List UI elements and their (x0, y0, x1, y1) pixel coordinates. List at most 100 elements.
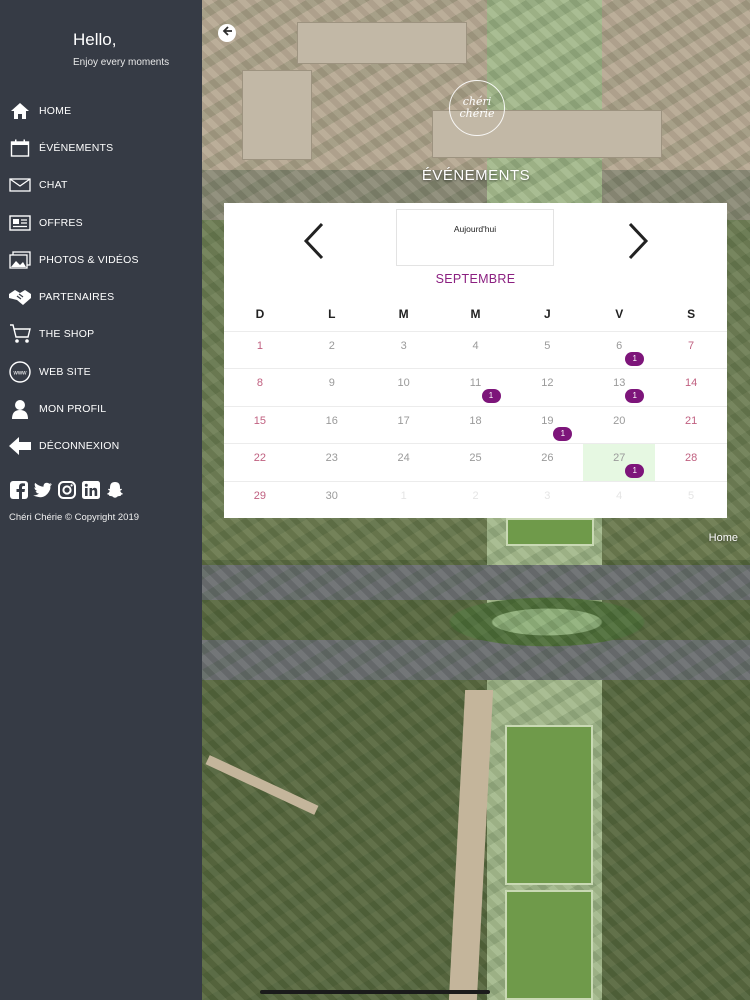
sidebar-item-label: OFFRES (39, 216, 83, 229)
sidebar-item-deconnexion[interactable]: DÉCONNEXION (0, 428, 202, 465)
calendar-day[interactable]: 27 1 (583, 444, 656, 481)
day-number: 30 (325, 489, 338, 502)
sidebar-item-chat[interactable]: CHAT (0, 167, 202, 204)
handshake-icon (8, 286, 32, 308)
sidebar: Hello, Enjoy every moments HOME ÉVÉNEMEN… (0, 0, 202, 1000)
calendar-day[interactable]: 4 (440, 332, 512, 368)
calendar-day[interactable]: 21 (655, 407, 727, 443)
day-number: 22 (253, 452, 267, 465)
next-month-button[interactable] (624, 222, 652, 265)
background-building (242, 70, 312, 160)
sidebar-item-label: THE SHOP (39, 328, 95, 341)
day-number: 25 (469, 452, 482, 465)
calendar-day[interactable]: 29 (224, 482, 296, 518)
instagram-icon[interactable] (57, 480, 76, 499)
sidebar-item-web-site[interactable]: www WEB SITE (0, 353, 202, 390)
calendar-day[interactable]: 2 (440, 482, 512, 518)
sidebar-item-label: PARTENAIRES (39, 291, 115, 304)
day-number: 6 (616, 340, 623, 352)
calendar-day[interactable]: 28 (655, 444, 727, 480)
sidebar-item-label: HOME (39, 104, 72, 117)
calendar-day[interactable]: 61 (583, 332, 655, 368)
day-number: 16 (325, 414, 338, 427)
sidebar-item-home[interactable]: HOME (0, 92, 202, 129)
weekday-header: D L M M J V S (224, 307, 727, 321)
back-button[interactable] (218, 24, 236, 42)
sidebar-item-label: WEB SITE (39, 365, 91, 378)
day-number: 3 (544, 489, 551, 502)
day-number: 12 (541, 377, 554, 390)
background-path (205, 755, 319, 815)
today-button[interactable]: Aujourd'hui (396, 209, 554, 266)
day-number: 14 (684, 377, 698, 390)
calendar-day[interactable]: 3 (368, 332, 440, 368)
day-number: 15 (253, 414, 267, 427)
calendar-day[interactable]: 5 (511, 332, 583, 368)
background-path (448, 690, 494, 1000)
calendar-day[interactable]: 12 (511, 369, 583, 405)
calendar-day[interactable]: 18 (440, 407, 512, 443)
snapchat-icon[interactable] (105, 480, 124, 499)
linkedin-icon[interactable] (81, 480, 100, 499)
cart-icon (8, 323, 32, 345)
calendar-day[interactable]: 20 (583, 407, 655, 443)
calendar-day[interactable]: 23 (296, 444, 368, 480)
event-count-badge: 1 (625, 389, 645, 404)
calendar-day[interactable]: 1 (368, 482, 440, 518)
chevron-left-icon (303, 222, 325, 265)
background-lawn (505, 890, 593, 1000)
sidebar-item-photos-videos[interactable]: PHOTOS & VIDÉOS (0, 241, 202, 278)
home-icon (8, 100, 32, 122)
calendar-day[interactable]: 26 (511, 444, 583, 480)
previous-month-button[interactable] (300, 222, 328, 265)
sidebar-item-offres[interactable]: OFFRES (0, 204, 202, 241)
day-number: 4 (472, 340, 479, 352)
day-number: 26 (541, 452, 554, 465)
weekday-label: L (328, 307, 336, 321)
event-calendar: Aujourd'hui SEPTEMBRE D L M M J V S 1234… (224, 203, 727, 518)
chevron-right-icon (627, 222, 649, 265)
sidebar-nav: HOME ÉVÉNEMENTS CHAT OFFRES PHOTOS & VID… (0, 92, 202, 465)
calendar-day[interactable]: 13 1 (583, 369, 655, 405)
twitter-icon[interactable] (33, 480, 52, 499)
weekday-label: D (255, 307, 265, 321)
calendar-day[interactable]: 16 (296, 407, 368, 443)
user-icon (8, 398, 32, 420)
sidebar-item-partenaires[interactable]: PARTENAIRES (0, 278, 202, 315)
social-links (9, 480, 124, 499)
calendar-day[interactable]: 1 (224, 332, 296, 368)
sidebar-item-mon-profil[interactable]: MON PROFIL (0, 390, 202, 427)
calendar-day[interactable]: 17 (368, 407, 440, 443)
sidebar-item-the-shop[interactable]: THE SHOP (0, 316, 202, 353)
calendar-day[interactable]: 25 (440, 444, 512, 480)
background-lawn (505, 725, 593, 885)
calendar-day[interactable]: 10 (368, 369, 440, 405)
day-number: 10 (397, 377, 410, 390)
calendar-day[interactable]: 2 (296, 332, 368, 368)
calendar-day[interactable]: 19 1 (511, 407, 583, 443)
calendar-day[interactable]: 8 (224, 369, 296, 405)
facebook-icon[interactable] (9, 480, 28, 499)
calendar-day[interactable]: 11 1 (440, 369, 512, 405)
sidebar-item-evenements[interactable]: ÉVÉNEMENTS (0, 129, 202, 166)
home-link[interactable]: Home (709, 532, 738, 544)
copyright-text: Chéri Chérie © Copyright 2019 (9, 512, 140, 523)
day-number: 18 (469, 414, 482, 427)
calendar-day[interactable]: 5 (655, 482, 727, 518)
day-number: 20 (613, 414, 626, 427)
calendar-day[interactable]: 24 (368, 444, 440, 480)
day-number: 4 (616, 489, 623, 502)
weekday-label: S (687, 307, 696, 321)
calendar-day[interactable]: 15 (224, 407, 296, 443)
back-arrow-icon (221, 24, 233, 42)
calendar-day[interactable]: 30 (296, 482, 368, 518)
day-number: 19 (541, 414, 554, 427)
calendar-day[interactable]: 7 (655, 332, 727, 368)
calendar-day[interactable]: 4 (583, 482, 655, 518)
calendar-day[interactable]: 22 (224, 444, 296, 480)
calendar-day[interactable]: 3 (511, 482, 583, 518)
svg-text:www: www (13, 370, 28, 376)
greeting: Hello, (73, 30, 117, 49)
calendar-day[interactable]: 14 (655, 369, 727, 405)
calendar-day[interactable]: 9 (296, 369, 368, 405)
